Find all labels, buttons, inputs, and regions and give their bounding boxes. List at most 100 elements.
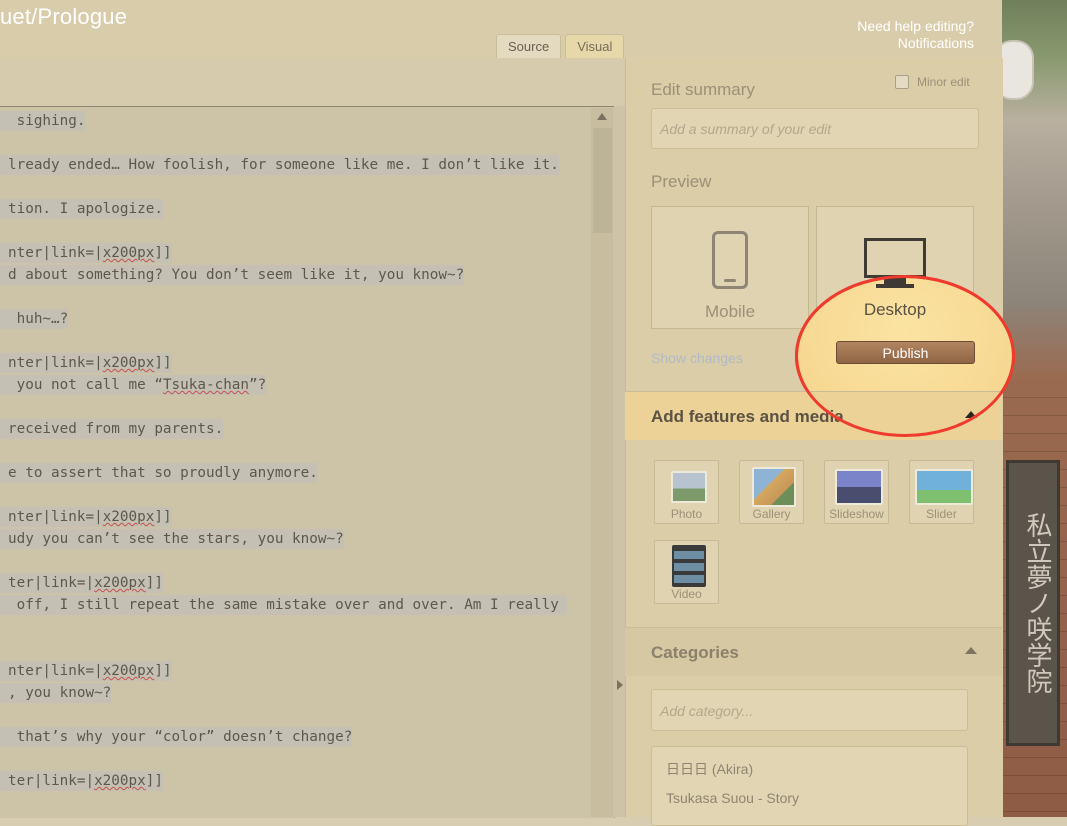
line-text: udy you can’t see the stars, you know~? (8, 531, 344, 547)
photo-icon (671, 471, 707, 503)
video-icon (672, 545, 706, 587)
source-line: nter|link=|x200px]] (0, 353, 172, 373)
source-line: d about something? You don’t seem like i… (0, 265, 465, 285)
source-line: lready ended… How foolish, for someone l… (0, 155, 559, 175)
minor-edit-option[interactable]: Minor edit (895, 75, 970, 89)
line-text: nter|link=| (8, 245, 103, 261)
categories-section-header[interactable]: Categories (625, 627, 1002, 676)
feature-slideshow[interactable]: Slideshow (824, 460, 889, 524)
source-line: sighing. (0, 111, 86, 131)
line-text: ]] (145, 773, 163, 789)
feature-video[interactable]: Video (654, 540, 719, 604)
line-text: ”? (249, 377, 267, 393)
line-text: that’s why your “color” doesn’t change? (8, 729, 353, 745)
line-text: d about something? You don’t seem like i… (8, 267, 465, 283)
show-changes-link[interactable]: Show changes (651, 350, 743, 366)
collapse-caret-icon[interactable] (965, 647, 977, 654)
line-text: e to assert that so proudly anymore. (8, 465, 318, 481)
editor-header: uet/Prologue Need help editing? Notifica… (0, 0, 1002, 59)
source-line: nter|link=|x200px]] (0, 243, 172, 263)
collapse-arrow-icon[interactable] (617, 680, 623, 690)
line-text: ]] (145, 575, 163, 591)
mobile-phone-icon (712, 231, 748, 289)
source-line: tion. I apologize. (0, 199, 163, 219)
line-text: , you know~? (8, 685, 112, 701)
source-text[interactable]: sighing. lready ended… How foolish, for s… (0, 107, 590, 818)
need-help-link[interactable]: Need help editing? (857, 18, 974, 35)
category-list: 日日日 (Akira) Tsukasa Suou - Story (651, 746, 968, 826)
feature-slider[interactable]: Slider (909, 460, 974, 524)
line-text: ter|link=| (8, 773, 95, 789)
category-item[interactable]: Tsukasa Suou - Story (666, 790, 799, 806)
line-text: nter|link=| (8, 663, 103, 679)
line-text: ]] (154, 355, 172, 371)
source-line: received from my parents. (0, 419, 224, 439)
source-line: you not call me “Tsuka-chan”? (0, 375, 267, 395)
feature-slider-label: Slider (926, 507, 957, 521)
edit-summary-input[interactable]: Add a summary of your edit (651, 108, 979, 149)
notifications-link[interactable]: Notifications (857, 35, 974, 52)
background-photo: 私立夢ノ咲学院 (994, 0, 1067, 817)
desktop-label: Desktop (863, 300, 927, 319)
feature-slideshow-label: Slideshow (829, 507, 884, 521)
line-text: you not call me “ (8, 377, 163, 393)
misspelled-word: x200px (102, 245, 155, 261)
source-line: udy you can’t see the stars, you know~? (0, 529, 344, 549)
panel-splitter[interactable] (614, 106, 625, 817)
scroll-up-arrow-icon[interactable] (597, 113, 607, 120)
source-line: , you know~? (0, 683, 112, 703)
category-item[interactable]: 日日日 (Akira) (666, 759, 753, 779)
line-text: ]] (154, 245, 172, 261)
misspelled-word: x200px (94, 575, 146, 591)
editor-mode-tabs: Source Visual (496, 34, 625, 59)
feature-gallery[interactable]: Gallery (739, 460, 804, 524)
misspelled-word: x200px (94, 773, 146, 789)
source-line: nter|link=|x200px]] (0, 661, 172, 681)
tab-visual[interactable]: Visual (565, 34, 625, 59)
feature-gallery-label: Gallery (752, 507, 791, 521)
feature-video-label: Video (671, 587, 702, 601)
line-text: ter|link=| (8, 575, 95, 591)
line-text: sighing. (8, 113, 86, 129)
source-line: off, I still repeat the same mistake ove… (0, 595, 568, 615)
feature-photo[interactable]: Photo (654, 460, 719, 524)
source-line: e to assert that so proudly anymore. (0, 463, 318, 483)
preview-mobile-button[interactable]: Mobile (651, 206, 809, 329)
line-text: nter|link=| (8, 509, 103, 525)
categories-title: Categories (651, 643, 739, 662)
feature-photo-label: Photo (670, 507, 703, 521)
source-line: huh~…? (0, 309, 69, 329)
slideshow-icon (835, 469, 883, 505)
features-section-header[interactable]: Add features and media (625, 391, 1002, 440)
misspelled-word: Tsuka-chan (162, 377, 250, 393)
line-text: huh~…? (8, 311, 69, 327)
line-text: received from my parents. (8, 421, 224, 437)
monitor-base (876, 284, 914, 288)
misspelled-word: x200px (102, 355, 155, 371)
minor-edit-checkbox[interactable] (895, 75, 909, 89)
desktop-monitor-icon (864, 238, 926, 278)
page-title: uet/Prologue (0, 4, 128, 29)
add-category-input[interactable]: Add category... (651, 689, 968, 731)
source-line: that’s why your “color” doesn’t change? (0, 727, 353, 747)
publish-button[interactable]: Publish (836, 341, 975, 364)
school-plaque-decoration: 私立夢ノ咲学院 (1006, 460, 1060, 746)
editor-toolbar (0, 58, 625, 106)
tab-source[interactable]: Source (496, 34, 562, 59)
editor-scroll-thumb[interactable] (593, 128, 612, 233)
line-text: ]] (154, 509, 172, 525)
mobile-label: Mobile (704, 302, 756, 321)
edit-summary-label: Edit summary (651, 80, 755, 99)
gallery-icon (752, 467, 796, 507)
features-title: Add features and media (651, 407, 844, 426)
minor-edit-label: Minor edit (917, 75, 970, 89)
line-text: ]] (154, 663, 172, 679)
collapse-caret-icon[interactable] (965, 411, 977, 418)
misspelled-word: x200px (102, 509, 155, 525)
source-line: nter|link=|x200px]] (0, 507, 172, 527)
slider-icon (915, 469, 973, 505)
source-textarea[interactable]: sighing. lready ended… How foolish, for s… (0, 106, 615, 818)
preview-label: Preview (651, 172, 712, 191)
source-line: ter|link=|x200px]] (0, 573, 163, 593)
source-line: ter|link=|x200px]] (0, 771, 163, 791)
